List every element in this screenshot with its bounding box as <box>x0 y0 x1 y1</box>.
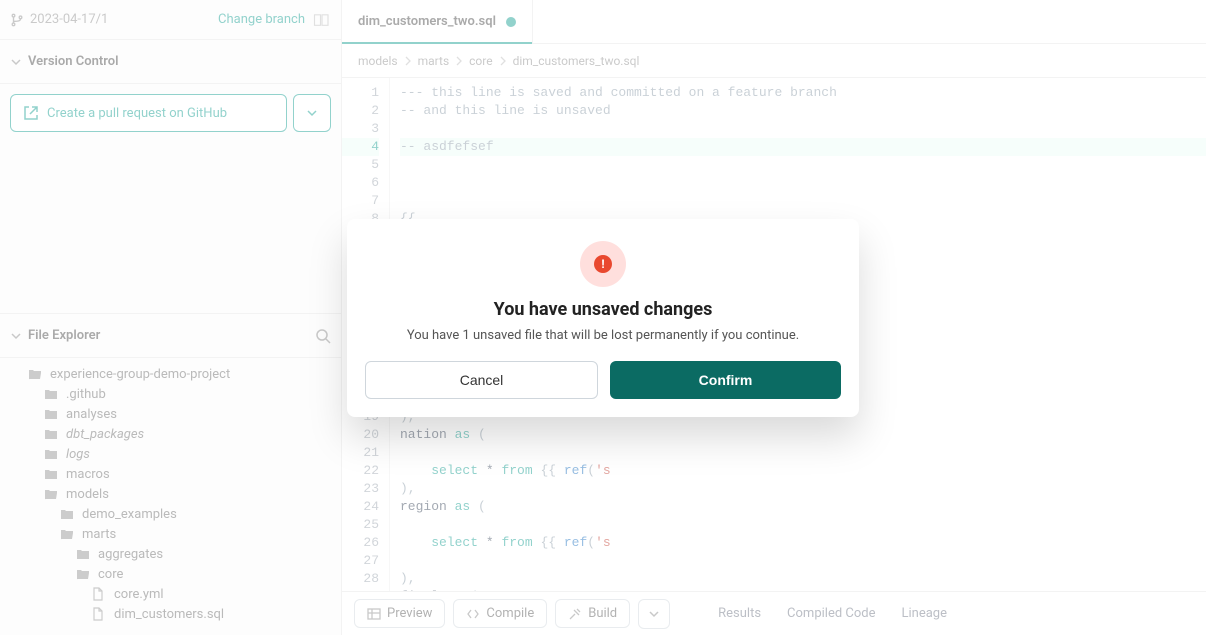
modal-body: You have 1 unsaved file that will be los… <box>365 328 841 343</box>
modal-title: You have unsaved changes <box>365 299 841 320</box>
modal-overlay: ! You have unsaved changes You have 1 un… <box>0 0 1206 635</box>
cancel-button[interactable]: Cancel <box>365 361 598 399</box>
warning-icon: ! <box>580 241 626 287</box>
unsaved-changes-modal: ! You have unsaved changes You have 1 un… <box>347 219 859 417</box>
confirm-button[interactable]: Confirm <box>610 361 841 399</box>
